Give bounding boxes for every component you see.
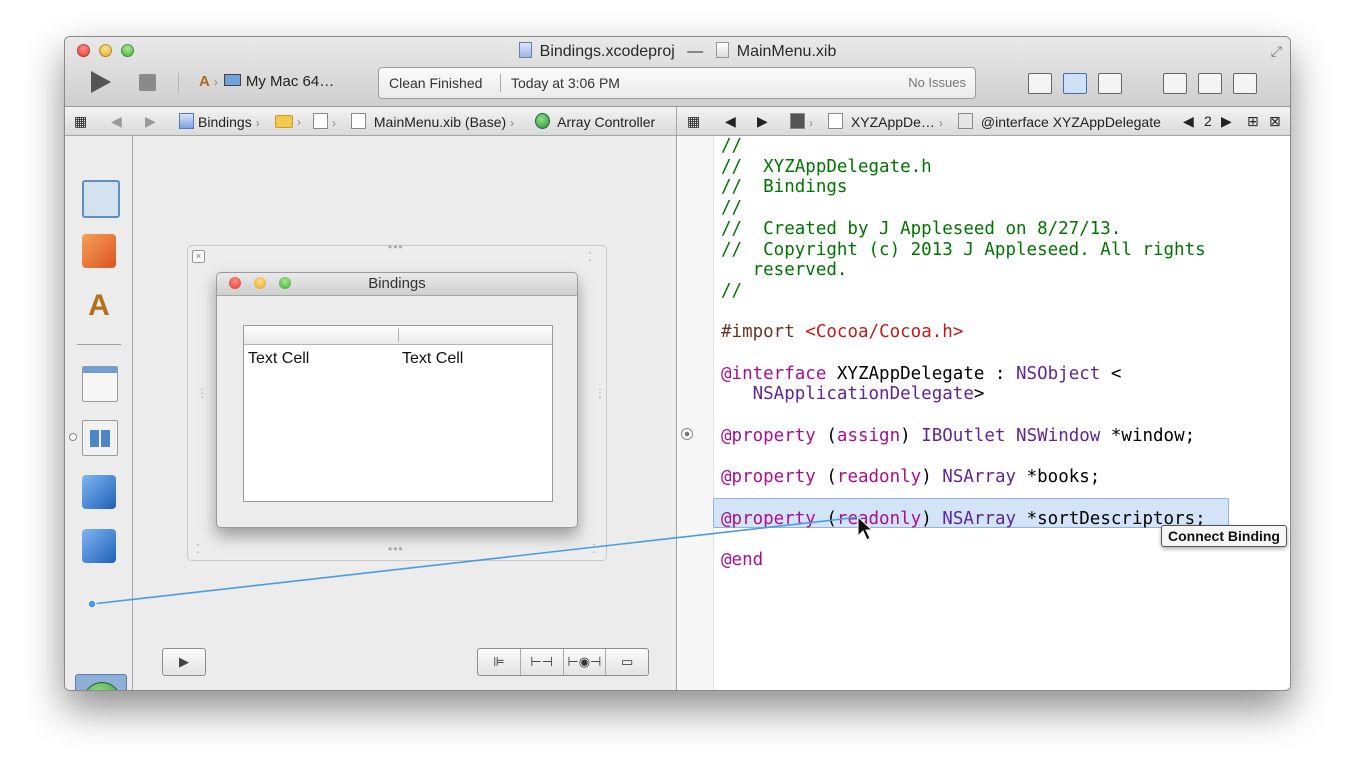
mouse-cursor-icon <box>857 515 874 541</box>
connection-drag-line <box>87 515 874 609</box>
line-origin-dot <box>87 599 97 609</box>
binding-line <box>91 516 861 605</box>
